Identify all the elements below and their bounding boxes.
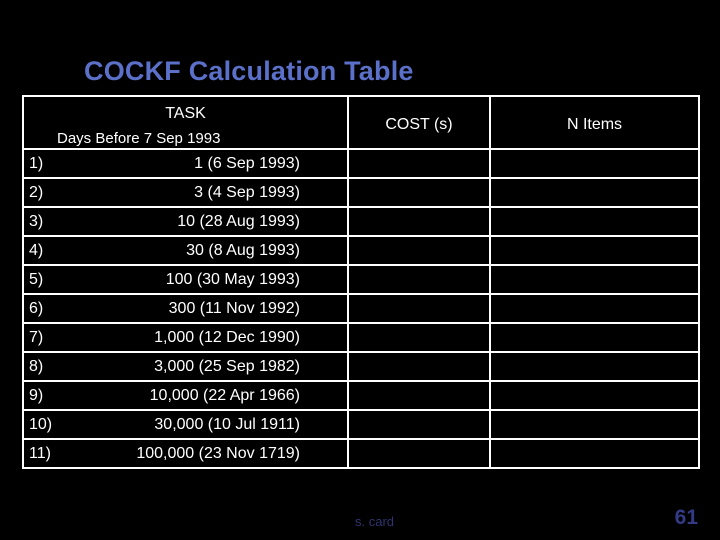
cost-cell bbox=[347, 206, 491, 237]
cost-cell bbox=[347, 293, 491, 324]
table-row: 10) 30,000 (10 Jul 1911) bbox=[22, 409, 700, 440]
cost-cell bbox=[347, 177, 491, 208]
row-index: 9) bbox=[29, 386, 44, 404]
table-row: 9) 10,000 (22 Apr 1966) bbox=[22, 380, 700, 411]
nitems-cell bbox=[489, 293, 700, 324]
cost-cell bbox=[347, 351, 491, 382]
row-index: 11) bbox=[29, 444, 51, 462]
nitems-cell bbox=[489, 264, 700, 295]
task-value: 10 (28 Aug 1993) bbox=[177, 212, 300, 230]
table-row: 5) 100 (30 May 1993) bbox=[22, 264, 700, 295]
task-value: 100,000 (23 Nov 1719) bbox=[136, 444, 300, 462]
table-row: 2) 3 (4 Sep 1993) bbox=[22, 177, 700, 208]
task-value: 3,000 (25 Sep 1982) bbox=[154, 357, 300, 375]
table-row: 3) 10 (28 Aug 1993) bbox=[22, 206, 700, 237]
nitems-cell bbox=[489, 148, 700, 179]
task-value: 1 (6 Sep 1993) bbox=[194, 154, 300, 172]
task-value: 10,000 (22 Apr 1966) bbox=[149, 386, 300, 404]
column-header-task: TASK Days Before 7 Sep 1993 bbox=[22, 95, 349, 150]
nitems-cell bbox=[489, 409, 700, 440]
table-row: 6) 300 (11 Nov 1992) bbox=[22, 293, 700, 324]
task-cell: 8) 3,000 (25 Sep 1982) bbox=[22, 351, 349, 382]
column-header-task-label: TASK bbox=[165, 104, 206, 122]
nitems-cell bbox=[489, 322, 700, 353]
cost-cell bbox=[347, 380, 491, 411]
nitems-cell bbox=[489, 438, 700, 469]
table-row: 7) 1,000 (12 Dec 1990) bbox=[22, 322, 700, 353]
task-value: 30 (8 Aug 1993) bbox=[186, 241, 300, 259]
table-row: 4) 30 (8 Aug 1993) bbox=[22, 235, 700, 266]
row-index: 3) bbox=[29, 212, 44, 230]
task-cell: 6) 300 (11 Nov 1992) bbox=[22, 293, 349, 324]
task-cell: 7) 1,000 (12 Dec 1990) bbox=[22, 322, 349, 353]
row-index: 5) bbox=[29, 270, 44, 288]
task-cell: 3) 10 (28 Aug 1993) bbox=[22, 206, 349, 237]
cost-cell bbox=[347, 235, 491, 266]
task-cell: 11) 100,000 (23 Nov 1719) bbox=[22, 438, 349, 469]
page-number: 61 bbox=[674, 506, 698, 529]
column-header-cost: COST (s) bbox=[347, 95, 491, 150]
task-cell: 10) 30,000 (10 Jul 1911) bbox=[22, 409, 349, 440]
cost-cell bbox=[347, 438, 491, 469]
cost-cell bbox=[347, 148, 491, 179]
cockf-calculation-table: TASK Days Before 7 Sep 1993 COST (s) N I… bbox=[22, 95, 700, 469]
task-cell: 9) 10,000 (22 Apr 1966) bbox=[22, 380, 349, 411]
row-index: 10) bbox=[29, 415, 53, 433]
column-header-task-sublabel: Days Before 7 Sep 1993 bbox=[57, 129, 221, 147]
nitems-cell bbox=[489, 235, 700, 266]
task-cell: 1) 1 (6 Sep 1993) bbox=[22, 148, 349, 179]
task-cell: 5) 100 (30 May 1993) bbox=[22, 264, 349, 295]
task-value: 30,000 (10 Jul 1911) bbox=[154, 415, 300, 433]
row-index: 7) bbox=[29, 328, 44, 346]
cost-cell bbox=[347, 322, 491, 353]
task-value: 1,000 (12 Dec 1990) bbox=[154, 328, 300, 346]
cost-cell bbox=[347, 409, 491, 440]
row-index: 1) bbox=[29, 154, 44, 172]
task-value: 3 (4 Sep 1993) bbox=[194, 183, 300, 201]
task-value: 100 (30 May 1993) bbox=[165, 270, 300, 288]
row-index: 6) bbox=[29, 299, 44, 317]
column-header-cost-label: COST (s) bbox=[385, 116, 453, 133]
cost-cell bbox=[347, 264, 491, 295]
nitems-cell bbox=[489, 177, 700, 208]
row-index: 2) bbox=[29, 183, 44, 201]
task-value: 300 (11 Nov 1992) bbox=[168, 299, 300, 317]
row-index: 8) bbox=[29, 357, 44, 375]
page-title: COCKF Calculation Table bbox=[84, 56, 414, 86]
footer-note: s. card bbox=[355, 514, 395, 529]
column-header-nitems: N Items bbox=[489, 95, 700, 150]
task-cell: 4) 30 (8 Aug 1993) bbox=[22, 235, 349, 266]
nitems-cell bbox=[489, 206, 700, 237]
table-header-row: TASK Days Before 7 Sep 1993 COST (s) N I… bbox=[22, 95, 700, 150]
row-index: 4) bbox=[29, 241, 44, 259]
table-row: 8) 3,000 (25 Sep 1982) bbox=[22, 351, 700, 382]
slide-canvas: COCKF Calculation Table TASK Days Before… bbox=[0, 0, 720, 540]
table-row: 1) 1 (6 Sep 1993) bbox=[22, 148, 700, 179]
task-cell: 2) 3 (4 Sep 1993) bbox=[22, 177, 349, 208]
column-header-nitems-label: N Items bbox=[566, 116, 623, 133]
nitems-cell bbox=[489, 380, 700, 411]
table-row: 11) 100,000 (23 Nov 1719) bbox=[22, 438, 700, 469]
nitems-cell bbox=[489, 351, 700, 382]
